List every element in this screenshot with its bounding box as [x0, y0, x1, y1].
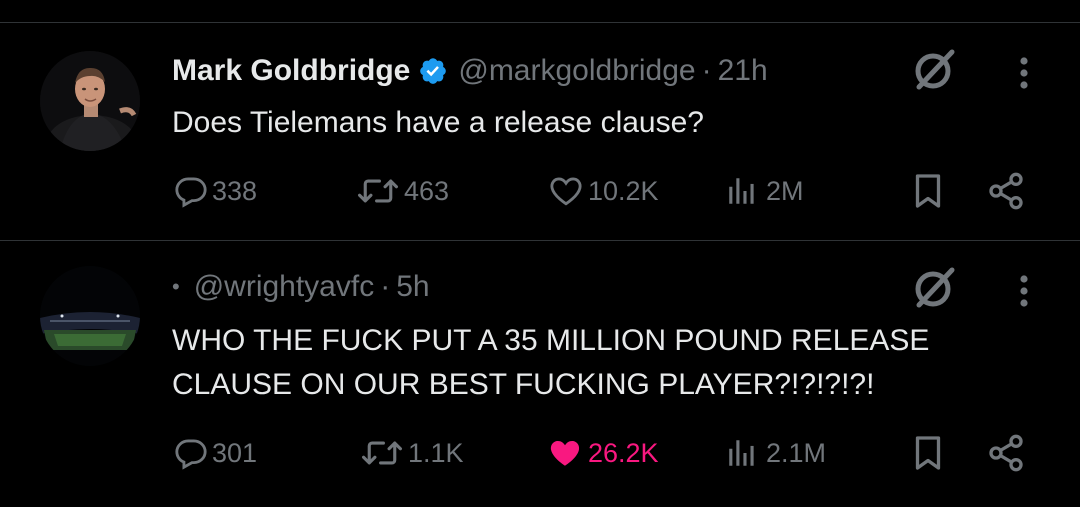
tweet-text: Does Tielemans have a release clause? — [172, 106, 704, 139]
reply-button[interactable]: 301 — [174, 433, 257, 473]
view-count: 2M — [766, 175, 804, 206]
timestamp[interactable]: 5h — [396, 270, 429, 304]
author-name[interactable]: Mark Goldbridge — [172, 54, 410, 88]
more-icon[interactable] — [1012, 53, 1036, 93]
bookmark-button[interactable] — [910, 433, 946, 473]
reply-count: 301 — [212, 437, 258, 468]
share-button[interactable] — [986, 433, 1026, 473]
avatar[interactable] — [40, 51, 140, 151]
separator-dot: · — [380, 270, 391, 303]
like-button[interactable]: 26.2K — [546, 433, 659, 473]
repost-button[interactable]: 463 — [356, 171, 449, 211]
avatar-image — [40, 51, 140, 151]
author-handle[interactable]: @wrightyavfc — [194, 270, 375, 304]
reply-icon — [175, 439, 207, 470]
bookmark-icon — [915, 174, 941, 208]
grok-icon[interactable] — [908, 263, 958, 313]
tweet-header: • @wrightyavfc · 5h — [172, 267, 430, 307]
reply-button[interactable]: 338 — [174, 171, 257, 211]
reply-count: 338 — [212, 175, 258, 206]
action-bar: 338 463 10.2K 2M — [0, 171, 1080, 211]
repost-count: 1.1K — [408, 437, 464, 468]
reply-icon — [175, 177, 207, 208]
avatar-image — [40, 266, 140, 366]
avatar[interactable] — [40, 266, 140, 366]
action-bar: 301 1.1K 26.2K 2.1M — [0, 433, 1080, 473]
repost-count: 463 — [404, 175, 450, 206]
tweet-header: Mark Goldbridge @markgoldbridge · 21h — [172, 51, 768, 91]
share-button[interactable] — [986, 171, 1026, 211]
views-button[interactable]: 2.1M — [722, 433, 826, 473]
repost-icon — [358, 179, 398, 203]
view-count: 2.1M — [766, 437, 827, 468]
verified-badge-icon — [418, 56, 448, 86]
author-handle[interactable]: @markgoldbridge — [458, 54, 695, 88]
tweet[interactable]: Mark Goldbridge @markgoldbridge · 21h Do… — [0, 23, 1080, 240]
repost-icon — [362, 441, 402, 465]
timestamp[interactable]: 21h — [718, 54, 768, 88]
views-icon — [729, 178, 754, 204]
like-icon — [550, 177, 582, 206]
tweet-text: WHO THE FUCK PUT A 35 MILLION POUND RELE… — [172, 324, 930, 401]
like-icon — [550, 440, 580, 466]
grok-icon[interactable] — [908, 45, 958, 95]
views-icon — [729, 440, 754, 466]
bookmark-button[interactable] — [910, 171, 946, 211]
share-icon — [989, 172, 1023, 210]
like-count: 26.2K — [588, 437, 659, 468]
bullet: • — [172, 274, 180, 299]
share-icon — [989, 434, 1023, 472]
views-button[interactable]: 2M — [722, 171, 804, 211]
like-button[interactable]: 10.2K — [548, 171, 659, 211]
tweet[interactable]: • @wrightyavfc · 5h WHO THE FUCK PUT A 3… — [0, 241, 1080, 507]
repost-button[interactable]: 1.1K — [360, 433, 464, 473]
like-count: 10.2K — [588, 175, 659, 206]
bookmark-icon — [915, 436, 941, 470]
more-icon[interactable] — [1012, 271, 1036, 311]
separator-dot: · — [701, 54, 712, 87]
